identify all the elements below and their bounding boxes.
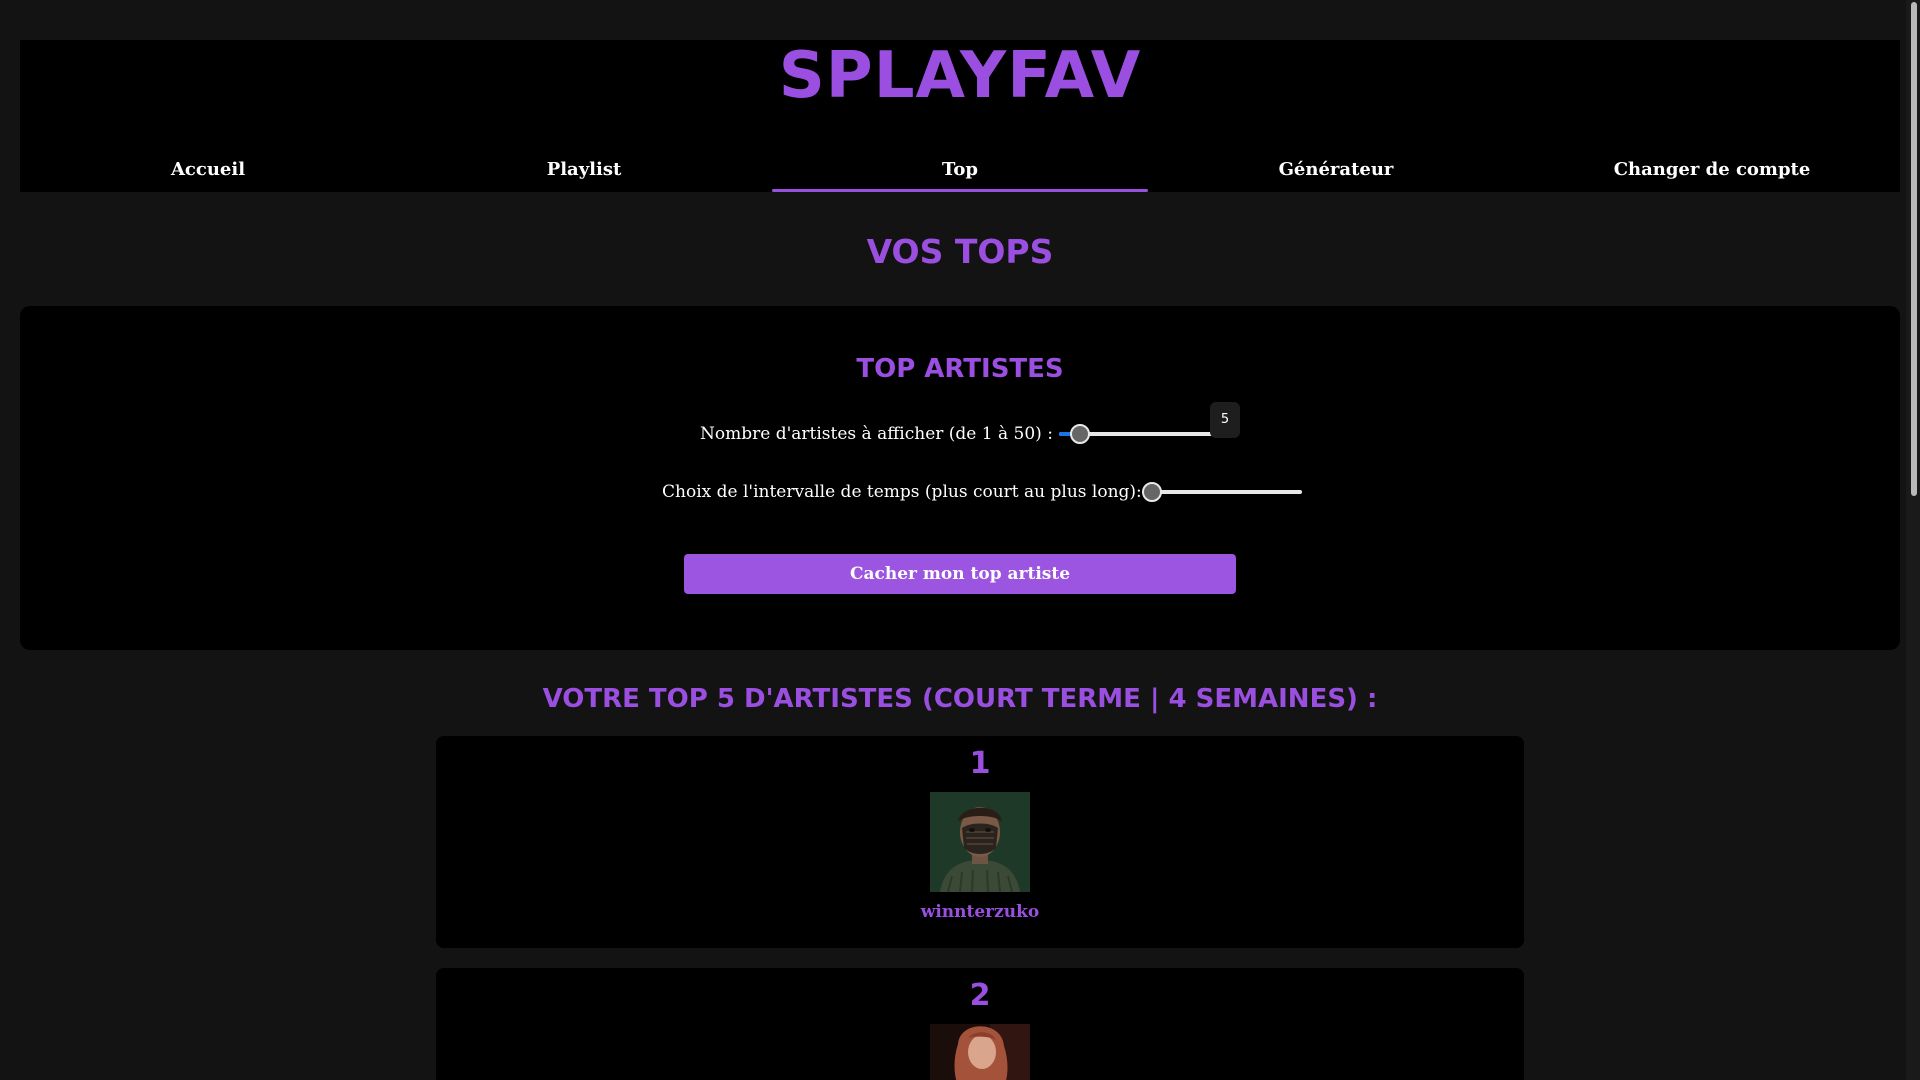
artist-rank: 1 [969,746,991,781]
nav-item-accueil[interactable]: Accueil [20,148,396,192]
artist-count-label: Nombre d'artistes à afficher (de 1 à 50)… [700,424,1053,444]
results-heading: VOTRE TOP 5 D'ARTISTES (COURT TERME | 4 … [542,684,1378,714]
time-interval-control: Choix de l'intervalle de temps (plus cou… [662,474,1302,510]
artist-count-control: Nombre d'artistes à afficher (de 1 à 50)… [700,416,1219,452]
site-header: SPLAYFAV Accueil Playlist Top Générateur… [20,40,1900,192]
main-nav: Accueil Playlist Top Générateur Changer … [20,148,1900,192]
time-interval-label: Choix de l'intervalle de temps (plus cou… [662,482,1142,502]
site-title: SPLAYFAV [778,39,1142,113]
page-scrollbar[interactable] [1906,0,1920,1080]
artist-image[interactable] [930,792,1030,892]
artist-count-slider-thumb[interactable] [1070,424,1091,444]
artist-name[interactable]: winnterzuko [436,902,1524,922]
artist-portrait-masked-man [930,792,1030,892]
page-heading: VOS TOPS [866,232,1054,271]
top-artists-settings-card: TOP ARTISTES Nombre d'artistes à affiche… [20,306,1900,650]
artist-portrait-red-hair-woman [930,1024,1030,1080]
time-interval-slider[interactable] [1141,480,1302,504]
time-interval-slider-track [1141,490,1302,494]
artist-card[interactable]: 1 winnterzuko [436,736,1524,948]
time-interval-slider-thumb[interactable] [1141,482,1162,502]
page: SPLAYFAV Accueil Playlist Top Générateur… [0,0,1920,1080]
hide-top-artist-button[interactable]: Cacher mon top artiste [684,554,1236,594]
nav-item-changer-de-compte[interactable]: Changer de compte [1524,148,1900,192]
page-scrollbar-thumb[interactable] [1911,2,1917,496]
nav-item-top[interactable]: Top [772,148,1148,192]
settings-title: TOP ARTISTES [856,354,1064,384]
artist-card[interactable]: 2 [436,968,1524,1080]
artist-count-slider[interactable] [1058,422,1219,446]
artist-image[interactable] [930,1024,1030,1080]
artist-count-value-badge: 5 [1210,402,1240,438]
nav-item-playlist[interactable]: Playlist [396,148,772,192]
artist-rank: 2 [969,978,991,1013]
nav-item-generateur[interactable]: Générateur [1148,148,1524,192]
